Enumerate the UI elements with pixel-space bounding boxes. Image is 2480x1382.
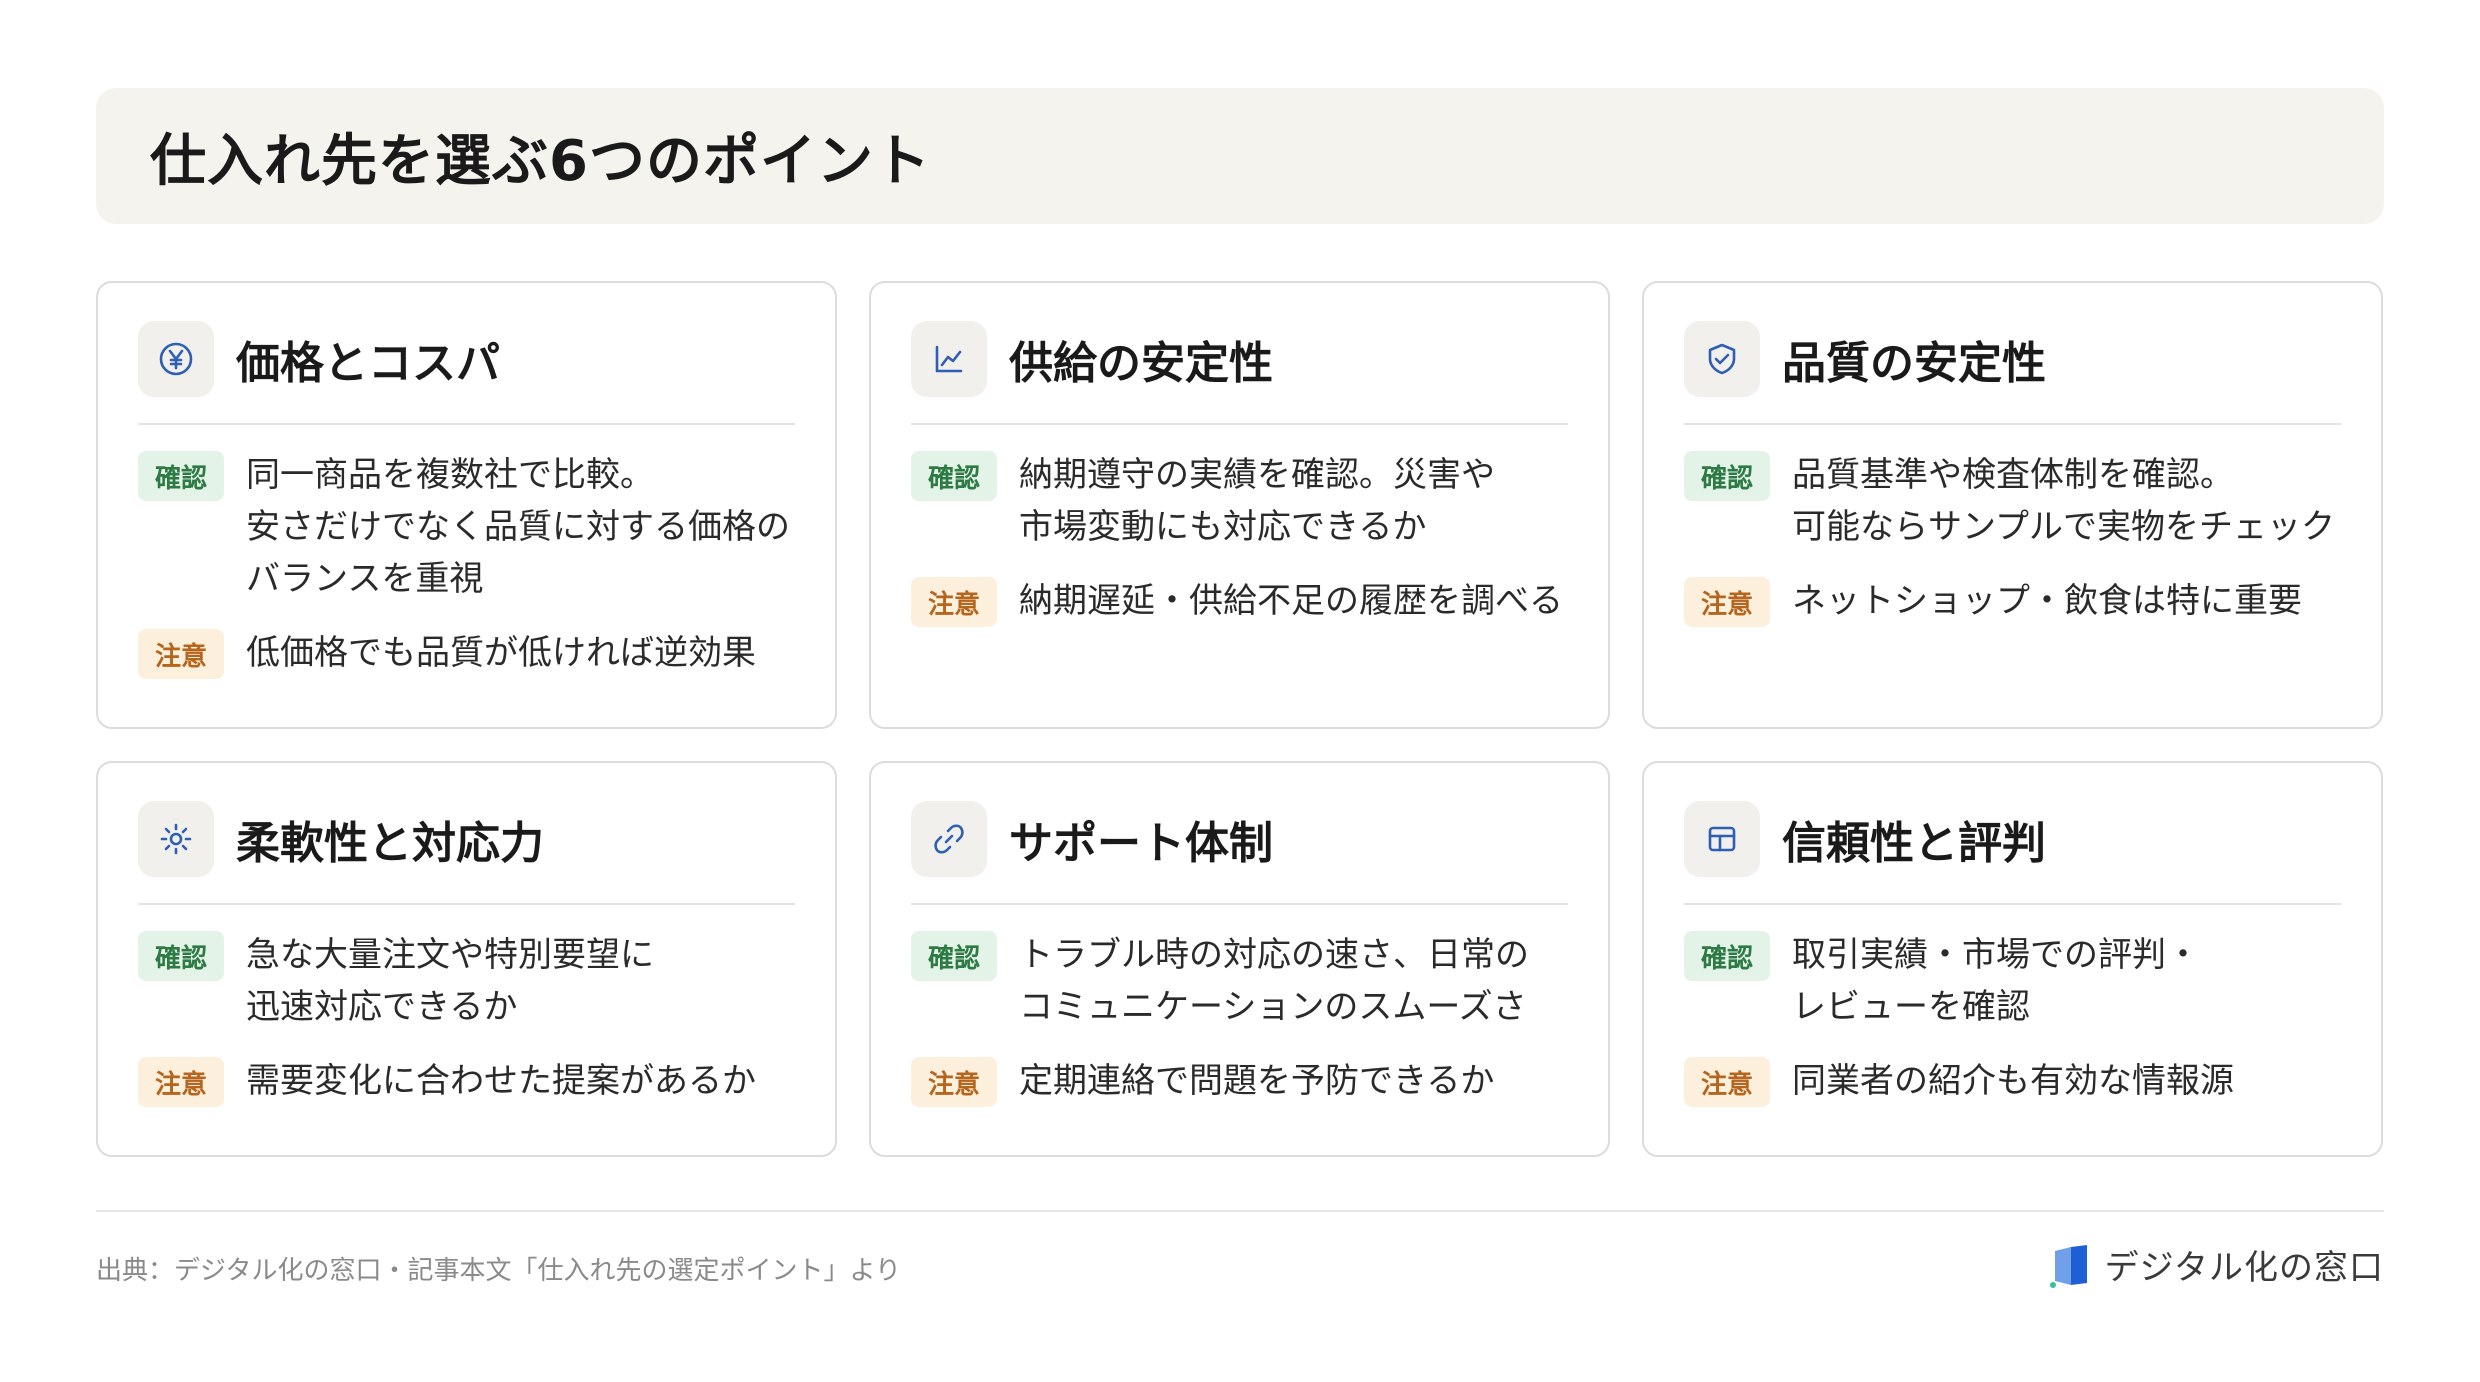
card-header: 価格とコスパ bbox=[138, 321, 795, 397]
card-header: 品質の安定性 bbox=[1684, 321, 2341, 397]
check-row: 確認 品質基準や検査体制を確認。 可能ならサンプルで実物をチェック bbox=[1684, 449, 2341, 553]
card-divider bbox=[1684, 423, 2341, 425]
page-title: 仕入れ先を選ぶ6つのポイント bbox=[150, 128, 931, 194]
point-card-price: 価格とコスパ 確認 同一商品を複数社で比較。 安さだけでなく品質に対する価格の … bbox=[96, 281, 837, 729]
caution-row: 注意 ネットショップ・飲食は特に重要 bbox=[1684, 575, 2341, 627]
shield-check-icon bbox=[1684, 321, 1760, 397]
card-divider bbox=[1684, 903, 2341, 905]
card-divider bbox=[911, 903, 1568, 905]
caution-badge: 注意 bbox=[911, 1057, 997, 1107]
check-text: 品質基準や検査体制を確認。 可能ならサンプルで実物をチェック bbox=[1792, 455, 2335, 547]
card-header: サポート体制 bbox=[911, 801, 1568, 877]
footer-divider bbox=[96, 1210, 2384, 1212]
yen-icon bbox=[138, 321, 214, 397]
point-card-reputation: 信頼性と評判 確認 取引実績・市場での評判・ レビューを確認 注意 同業者の紹介… bbox=[1642, 761, 2383, 1157]
check-row: 確認 急な大量注文や特別要望に 迅速対応できるか bbox=[138, 929, 795, 1033]
caution-text: 定期連絡で問題を予防できるか bbox=[1019, 1061, 1495, 1101]
check-row: 確認 同一商品を複数社で比較。 安さだけでなく品質に対する価格の バランスを重視 bbox=[138, 449, 795, 605]
check-row: 確認 トラブル時の対応の速さ、日常の コミュニケーションのスムーズさ bbox=[911, 929, 1568, 1033]
caution-badge: 注意 bbox=[911, 577, 997, 627]
caution-text: 同業者の紹介も有効な情報源 bbox=[1792, 1061, 2234, 1101]
card-divider bbox=[138, 423, 795, 425]
caution-text: 納期遅延・供給不足の履歴を調べる bbox=[1019, 581, 1563, 621]
logo-text: デジタル化の窓口 bbox=[2104, 1248, 2384, 1288]
card-divider bbox=[911, 423, 1568, 425]
caution-badge: 注意 bbox=[1684, 1057, 1770, 1107]
points-grid: 価格とコスパ 確認 同一商品を複数社で比較。 安さだけでなく品質に対する価格の … bbox=[96, 281, 2384, 1157]
check-badge: 確認 bbox=[911, 451, 997, 501]
check-text: 急な大量注文や特別要望に 迅速対応できるか bbox=[246, 935, 654, 1027]
caution-badge: 注意 bbox=[138, 1057, 224, 1107]
card-title: 供給の安定性 bbox=[1009, 338, 1273, 389]
sun-icon bbox=[138, 801, 214, 877]
link-icon bbox=[911, 801, 987, 877]
check-text: 同一商品を複数社で比較。 安さだけでなく品質に対する価格の バランスを重視 bbox=[246, 455, 790, 599]
card-header: 柔軟性と対応力 bbox=[138, 801, 795, 877]
card-header: 信頼性と評判 bbox=[1684, 801, 2341, 877]
point-card-quality: 品質の安定性 確認 品質基準や検査体制を確認。 可能ならサンプルで実物をチェック… bbox=[1642, 281, 2383, 729]
card-title: 柔軟性と対応力 bbox=[236, 818, 544, 869]
caution-row: 注意 同業者の紹介も有効な情報源 bbox=[1684, 1055, 2341, 1107]
caution-row: 注意 低価格でも品質が低ければ逆効果 bbox=[138, 627, 795, 679]
caution-text: 低価格でも品質が低ければ逆効果 bbox=[246, 633, 756, 673]
window-logo-icon bbox=[2049, 1244, 2087, 1288]
brand-logo: デジタル化の窓口 bbox=[2049, 1240, 2384, 1289]
caution-text: 需要変化に合わせた提案があるか bbox=[246, 1061, 756, 1101]
caution-badge: 注意 bbox=[1684, 577, 1770, 627]
check-badge: 確認 bbox=[1684, 451, 1770, 501]
point-card-supply: 供給の安定性 確認 納期遵守の実績を確認。災害や 市場変動にも対応できるか 注意… bbox=[869, 281, 1610, 729]
check-badge: 確認 bbox=[1684, 931, 1770, 981]
page-header: 仕入れ先を選ぶ6つのポイント bbox=[96, 88, 2384, 224]
caution-badge: 注意 bbox=[138, 629, 224, 679]
point-card-flexibility: 柔軟性と対応力 確認 急な大量注文や特別要望に 迅速対応できるか 注意 需要変化… bbox=[96, 761, 837, 1157]
table-icon bbox=[1684, 801, 1760, 877]
card-header: 供給の安定性 bbox=[911, 321, 1568, 397]
caution-row: 注意 需要変化に合わせた提案があるか bbox=[138, 1055, 795, 1107]
check-badge: 確認 bbox=[138, 451, 224, 501]
card-title: 信頼性と評判 bbox=[1782, 818, 2046, 869]
check-badge: 確認 bbox=[138, 931, 224, 981]
check-text: トラブル時の対応の速さ、日常の コミュニケーションのスムーズさ bbox=[1019, 935, 1529, 1027]
check-row: 確認 納期遵守の実績を確認。災害や 市場変動にも対応できるか bbox=[911, 449, 1568, 553]
caution-row: 注意 定期連絡で問題を予防できるか bbox=[911, 1055, 1568, 1107]
check-text: 納期遵守の実績を確認。災害や 市場変動にも対応できるか bbox=[1019, 455, 1495, 547]
caution-text: ネットショップ・飲食は特に重要 bbox=[1792, 581, 2302, 621]
source-note: 出典：デジタル化の窓口・記事本文「仕入れ先の選定ポイント」より bbox=[96, 1256, 901, 1286]
point-card-support: サポート体制 確認 トラブル時の対応の速さ、日常の コミュニケーションのスムーズ… bbox=[869, 761, 1610, 1157]
card-title: サポート体制 bbox=[1009, 818, 1273, 869]
check-badge: 確認 bbox=[911, 931, 997, 981]
card-divider bbox=[138, 903, 795, 905]
check-text: 取引実績・市場での評判・ レビューを確認 bbox=[1792, 935, 2200, 1027]
chart-icon bbox=[911, 321, 987, 397]
caution-row: 注意 納期遅延・供給不足の履歴を調べる bbox=[911, 575, 1568, 627]
card-title: 価格とコスパ bbox=[236, 338, 500, 389]
card-title: 品質の安定性 bbox=[1782, 338, 2046, 389]
check-row: 確認 取引実績・市場での評判・ レビューを確認 bbox=[1684, 929, 2341, 1033]
